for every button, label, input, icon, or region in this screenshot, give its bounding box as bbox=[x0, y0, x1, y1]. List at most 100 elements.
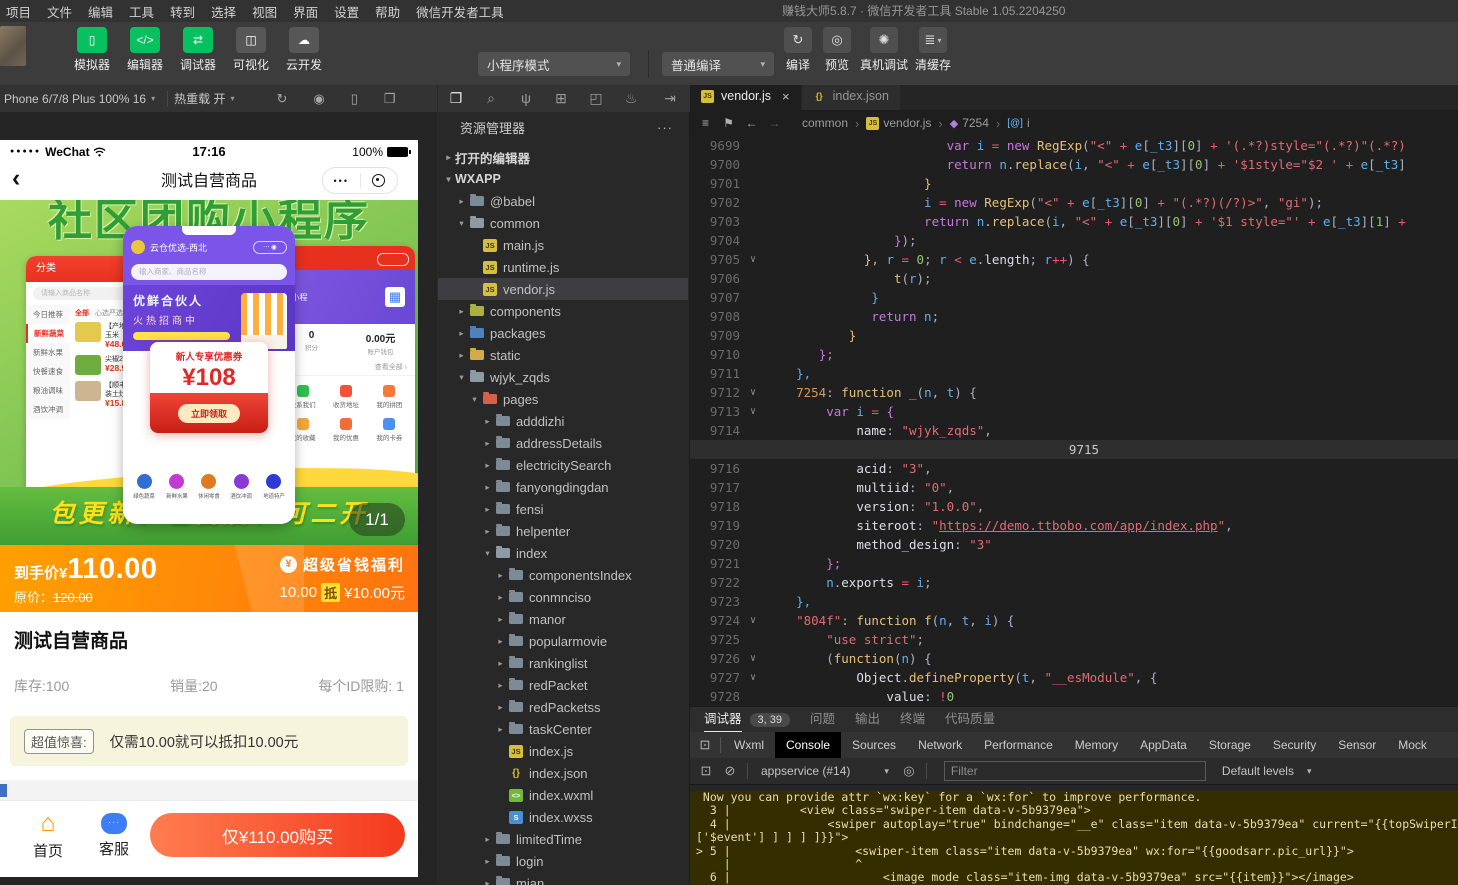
devtools-tab-Sources[interactable]: Sources bbox=[841, 732, 907, 758]
buy-button[interactable]: 仅¥110.00购买 bbox=[150, 813, 405, 857]
tree-item-vendor.js[interactable]: JSvendor.js bbox=[438, 278, 688, 300]
panel-tab-代码质量[interactable]: 代码质量 bbox=[945, 707, 995, 733]
devtools-tab-Sensor[interactable]: Sensor bbox=[1327, 732, 1387, 758]
fold-chevron-icon[interactable]: ∨ bbox=[740, 649, 766, 668]
devtools-tab-Memory[interactable]: Memory bbox=[1064, 732, 1129, 758]
panel-tab-问题[interactable]: 问题 bbox=[810, 707, 835, 733]
tree-item-index[interactable]: ▾index bbox=[438, 542, 688, 564]
tree-item-@babel[interactable]: ▸@babel bbox=[438, 190, 688, 212]
console-output[interactable]: Now you can provide attr `wx:key` for a … bbox=[690, 785, 1458, 885]
tree-item-index.wxss[interactable]: Sindex.wxss bbox=[438, 806, 688, 828]
device-icon[interactable]: ▯ bbox=[351, 91, 358, 107]
panel-toggle-icon[interactable]: ⊡ bbox=[694, 763, 718, 779]
inspect-element-icon[interactable]: ⊡ bbox=[690, 737, 720, 753]
rotate-icon[interactable]: ↻ bbox=[276, 91, 287, 107]
menu-item-1[interactable]: 文件 bbox=[47, 2, 72, 21]
tree-item-limitedTime[interactable]: ▸limitedTime bbox=[438, 828, 688, 850]
editor-button[interactable]: </>编辑器 bbox=[123, 27, 167, 73]
nav-back-icon[interactable]: ← bbox=[744, 116, 759, 130]
tree-item-common[interactable]: ▾common bbox=[438, 212, 688, 234]
scroll-indicator[interactable] bbox=[0, 784, 7, 797]
devtools-tab-Console[interactable]: Console bbox=[775, 732, 841, 758]
preview-button[interactable]: ◎预览 bbox=[821, 27, 853, 73]
tree-item-static[interactable]: ▸static bbox=[438, 344, 688, 366]
menu-item-2[interactable]: 编辑 bbox=[88, 2, 113, 21]
panel-tab-输出[interactable]: 输出 bbox=[855, 707, 880, 733]
visualizer-button[interactable]: ◫可视化 bbox=[229, 27, 273, 73]
layout-icon[interactable]: ◰ bbox=[588, 90, 604, 107]
devtools-tab-Network[interactable]: Network bbox=[907, 732, 973, 758]
tree-item-redPacketss[interactable]: ▸redPacketss bbox=[438, 696, 688, 718]
tree-item-redPacket[interactable]: ▸redPacket bbox=[438, 674, 688, 696]
more-dots-icon[interactable]: ••• bbox=[323, 176, 360, 186]
menu-item-6[interactable]: 视图 bbox=[252, 2, 277, 21]
tree-item-taskCenter[interactable]: ▸taskCenter bbox=[438, 718, 688, 740]
extensions-icon[interactable]: ⊞ bbox=[553, 90, 569, 107]
tree-item-index.json[interactable]: {}index.json bbox=[438, 762, 688, 784]
tree-item-fensi[interactable]: ▸fensi bbox=[438, 498, 688, 520]
files-icon[interactable]: ❐ bbox=[448, 90, 464, 107]
home-tab[interactable]: ⌂ 首页 bbox=[24, 810, 72, 861]
tree-item-componentsIndex[interactable]: ▸componentsIndex bbox=[438, 564, 688, 586]
clear-cache-button[interactable]: ≣▾清缓存 bbox=[915, 27, 951, 73]
nav-forward-icon[interactable]: → bbox=[767, 116, 782, 130]
panel-tab-调试器[interactable]: 调试器 bbox=[704, 707, 742, 733]
tree-item-conmnciso[interactable]: ▸conmnciso bbox=[438, 586, 688, 608]
search-icon[interactable]: ⌕ bbox=[483, 90, 499, 107]
pepper-icon[interactable]: ♨ bbox=[623, 90, 639, 107]
fold-chevron-icon[interactable]: ∨ bbox=[740, 250, 766, 269]
tree-item-rankinglist[interactable]: ▸rankinglist bbox=[438, 652, 688, 674]
compile-mode-select[interactable]: 普通编译 ▾ bbox=[662, 52, 774, 76]
tree-item-index.wxml[interactable]: <>index.wxml bbox=[438, 784, 688, 806]
menu-item-0[interactable]: 项目 bbox=[6, 2, 31, 21]
tree-item-index.js[interactable]: JSindex.js bbox=[438, 740, 688, 762]
breadcrumb-item-common[interactable]: common bbox=[802, 116, 848, 130]
git-icon[interactable]: ψ bbox=[518, 90, 534, 107]
simulator-button[interactable]: ▯模拟器 bbox=[70, 27, 114, 73]
code-editor[interactable]: 9699 var i = new RegExp("<" + e[_t3][0] … bbox=[690, 136, 1458, 706]
tree-item-mian[interactable]: ▸mian bbox=[438, 872, 688, 885]
multi-window-icon[interactable]: ❒ bbox=[384, 91, 396, 107]
menu-item-8[interactable]: 设置 bbox=[334, 2, 359, 21]
devtools-tab-Performance[interactable]: Performance bbox=[973, 732, 1064, 758]
tree-item-fanyongdingdan[interactable]: ▸fanyongdingdan bbox=[438, 476, 688, 498]
tree-item-adddizhi[interactable]: ▸adddizhi bbox=[438, 410, 688, 432]
device-select[interactable]: Phone 6/7/8 Plus 100% 16 bbox=[4, 92, 146, 106]
panel-tab-终端[interactable]: 终端 bbox=[900, 707, 925, 733]
hot-reload-toggle[interactable]: 热重载 开 bbox=[174, 90, 225, 107]
more-actions-icon[interactable]: ··· bbox=[657, 120, 673, 135]
collapse-panel-icon[interactable]: ⇥ bbox=[662, 90, 678, 107]
debugger-button[interactable]: ⇄调试器 bbox=[176, 27, 220, 73]
cloud-dev-button[interactable]: ☁云开发 bbox=[282, 27, 326, 73]
outline-icon[interactable]: ≡ bbox=[698, 116, 713, 130]
fold-chevron-icon[interactable]: ∨ bbox=[740, 611, 766, 630]
remote-debug-button[interactable]: ✺真机调试 bbox=[860, 27, 908, 73]
log-levels-select[interactable]: Default levels ▾ bbox=[1222, 764, 1312, 778]
menu-item-9[interactable]: 帮助 bbox=[375, 2, 400, 21]
tree-item-electricitySearch[interactable]: ▸electricitySearch bbox=[438, 454, 688, 476]
console-filter-input[interactable] bbox=[944, 761, 1206, 781]
menu-item-10[interactable]: 微信开发者工具 bbox=[416, 2, 504, 21]
record-icon[interactable]: ◉ bbox=[313, 91, 324, 107]
tree-item-manor[interactable]: ▸manor bbox=[438, 608, 688, 630]
devtools-tab-Storage[interactable]: Storage bbox=[1198, 732, 1262, 758]
eye-icon[interactable]: ◎ bbox=[897, 763, 921, 779]
breadcrumb-item-7254[interactable]: ◆7254 bbox=[950, 116, 989, 130]
fold-chevron-icon[interactable]: ∨ bbox=[740, 668, 766, 687]
tree-item-packages[interactable]: ▸packages bbox=[438, 322, 688, 344]
devtools-tab-Security[interactable]: Security bbox=[1262, 732, 1327, 758]
minimize-target-icon[interactable] bbox=[361, 174, 398, 187]
devtools-tab-Wxml[interactable]: Wxml bbox=[723, 732, 775, 758]
devtools-tab-Mock[interactable]: Mock bbox=[1387, 732, 1438, 758]
menu-item-5[interactable]: 选择 bbox=[211, 2, 236, 21]
tree-item-WXAPP[interactable]: ▾WXAPP bbox=[438, 168, 688, 190]
compile-button[interactable]: ↻编译 bbox=[782, 27, 814, 73]
breadcrumb-item-vendor.js[interactable]: JSvendor.js bbox=[866, 116, 931, 130]
fold-chevron-icon[interactable]: ∨ bbox=[740, 383, 766, 402]
fold-chevron-icon[interactable]: ∨ bbox=[740, 402, 766, 421]
menu-item-3[interactable]: 工具 bbox=[129, 2, 154, 21]
menu-item-4[interactable]: 转到 bbox=[170, 2, 195, 21]
editor-tab-index.json[interactable]: {}index.json bbox=[802, 82, 901, 110]
tree-item-wjyk_zqds[interactable]: ▾wjyk_zqds bbox=[438, 366, 688, 388]
close-icon[interactable]: × bbox=[782, 89, 790, 104]
